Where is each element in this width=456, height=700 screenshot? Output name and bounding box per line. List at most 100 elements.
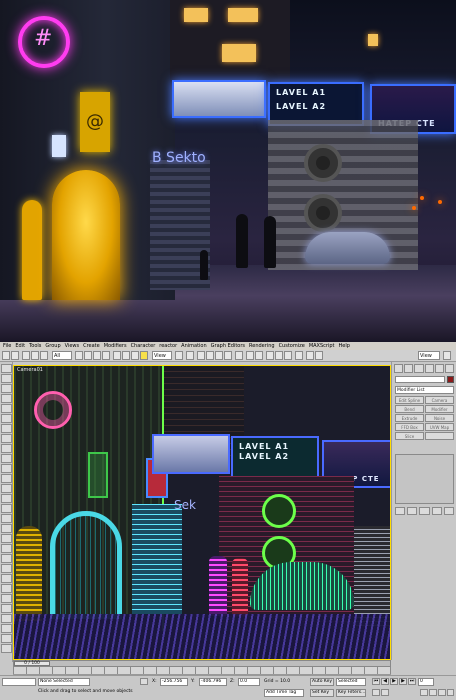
go-to-start-icon[interactable]: ⏮ bbox=[372, 678, 380, 685]
reference-coordinate-select[interactable]: View bbox=[152, 351, 172, 360]
pan-icon[interactable] bbox=[429, 689, 437, 696]
material-editor-icon[interactable] bbox=[295, 351, 303, 360]
tool-icon[interactable] bbox=[1, 444, 12, 453]
key-mode-toggle-icon[interactable] bbox=[372, 689, 380, 696]
tool-icon[interactable] bbox=[1, 544, 12, 553]
orbit-icon[interactable] bbox=[438, 689, 446, 696]
named-selection-select[interactable]: View bbox=[418, 351, 440, 360]
object-name-field[interactable] bbox=[395, 376, 445, 383]
create-tab-icon[interactable] bbox=[394, 364, 404, 373]
menu-character[interactable]: Character bbox=[131, 342, 156, 350]
modifier-button[interactable]: FFD Box bbox=[395, 423, 424, 431]
maximize-viewport-icon[interactable] bbox=[447, 689, 454, 696]
key-filters-button[interactable]: Key Filters... bbox=[336, 689, 366, 697]
unlink-icon[interactable] bbox=[31, 351, 39, 360]
bind-space-warp-icon[interactable] bbox=[40, 351, 48, 360]
tool-icon[interactable] bbox=[1, 564, 12, 573]
menu-create[interactable]: Create bbox=[83, 342, 100, 350]
modifier-button[interactable]: Noise bbox=[425, 414, 454, 422]
tool-icon[interactable] bbox=[1, 584, 12, 593]
modifier-stack[interactable] bbox=[395, 454, 454, 504]
rotate-icon[interactable] bbox=[122, 351, 130, 360]
pin-stack-icon[interactable] bbox=[395, 507, 406, 515]
menu-maxscript[interactable]: MAXScript bbox=[309, 342, 335, 350]
maxscript-listener[interactable] bbox=[2, 678, 36, 686]
menu-edit[interactable]: Edit bbox=[15, 342, 25, 350]
align-icon[interactable] bbox=[255, 351, 263, 360]
rectangle-selection-icon[interactable] bbox=[93, 351, 101, 360]
select-and-move-icon[interactable] bbox=[140, 351, 148, 360]
undo-icon[interactable] bbox=[2, 351, 10, 360]
menu-tools[interactable]: Tools bbox=[29, 342, 41, 350]
tool-icon[interactable] bbox=[1, 454, 12, 463]
configure-sets-icon[interactable] bbox=[443, 507, 455, 515]
zoom-icon[interactable] bbox=[420, 689, 428, 696]
menu-views[interactable]: Views bbox=[65, 342, 79, 350]
modifier-list-select[interactable]: Modifier List bbox=[395, 386, 454, 394]
display-tab-icon[interactable] bbox=[434, 364, 444, 373]
tool-icon[interactable] bbox=[1, 514, 12, 523]
make-unique-icon[interactable] bbox=[419, 507, 430, 515]
window-crossing-icon[interactable] bbox=[102, 351, 110, 360]
modifier-button[interactable]: Camera bbox=[425, 396, 454, 404]
mirror-icon[interactable] bbox=[246, 351, 254, 360]
link-icon[interactable] bbox=[22, 351, 30, 360]
scale-icon[interactable] bbox=[131, 351, 139, 360]
lock-selection-icon[interactable] bbox=[140, 678, 148, 685]
tool-icon[interactable] bbox=[1, 534, 12, 543]
menu-group[interactable]: Group bbox=[45, 342, 60, 350]
time-tag[interactable]: Add Time Tag bbox=[264, 689, 304, 697]
tool-icon[interactable] bbox=[1, 624, 12, 633]
tool-icon[interactable] bbox=[1, 464, 12, 473]
snap-toggle-icon[interactable] bbox=[197, 351, 205, 360]
set-key-button[interactable]: Set Key bbox=[310, 689, 334, 697]
quick-render-icon[interactable] bbox=[443, 351, 451, 360]
pivot-center-icon[interactable] bbox=[175, 351, 183, 360]
menu-modifiers[interactable]: Modifiers bbox=[104, 342, 127, 350]
modifier-button[interactable] bbox=[425, 432, 454, 440]
select-manipulate-icon[interactable] bbox=[186, 351, 194, 360]
spinner-snap-icon[interactable] bbox=[224, 351, 232, 360]
select-object-icon[interactable] bbox=[75, 351, 83, 360]
modifier-button[interactable]: Edit Spline bbox=[395, 396, 424, 404]
modifier-button[interactable]: UVW Map bbox=[425, 423, 454, 431]
tool-icon[interactable] bbox=[1, 474, 12, 483]
curve-editor-icon[interactable] bbox=[275, 351, 283, 360]
tool-icon[interactable] bbox=[1, 424, 12, 433]
next-frame-icon[interactable]: ▶ bbox=[399, 678, 407, 685]
tool-icon[interactable] bbox=[1, 384, 12, 393]
tool-icon[interactable] bbox=[1, 604, 12, 613]
tool-icon[interactable] bbox=[1, 644, 12, 653]
tool-icon[interactable] bbox=[1, 524, 12, 533]
tool-icon[interactable] bbox=[1, 594, 12, 603]
object-color-swatch[interactable] bbox=[447, 376, 454, 383]
schematic-view-icon[interactable] bbox=[284, 351, 292, 360]
menu-rendering[interactable]: Rendering bbox=[249, 342, 275, 350]
move-icon[interactable] bbox=[113, 351, 121, 360]
tool-icon[interactable] bbox=[1, 494, 12, 503]
y-coordinate[interactable]: -406.796 bbox=[199, 678, 227, 686]
tool-icon[interactable] bbox=[1, 394, 12, 403]
x-coordinate[interactable]: -256.756 bbox=[160, 678, 188, 686]
previous-frame-icon[interactable]: ◀ bbox=[381, 678, 389, 685]
modifier-button[interactable]: Slice bbox=[395, 432, 424, 440]
time-slider-thumb[interactable]: 0 / 100 bbox=[14, 661, 50, 666]
select-by-name-icon[interactable] bbox=[84, 351, 92, 360]
tool-icon[interactable] bbox=[1, 634, 12, 643]
go-to-end-icon[interactable]: ⏭ bbox=[408, 678, 416, 685]
modifier-button[interactable]: Extrude bbox=[395, 414, 424, 422]
menu-customize[interactable]: Customize bbox=[279, 342, 305, 350]
modify-tab-icon[interactable] bbox=[404, 364, 414, 373]
percent-snap-icon[interactable] bbox=[215, 351, 223, 360]
redo-icon[interactable] bbox=[11, 351, 19, 360]
tool-icon[interactable] bbox=[1, 374, 12, 383]
edit-named-selections-icon[interactable] bbox=[235, 351, 243, 360]
tool-icon[interactable] bbox=[1, 404, 12, 413]
render-frame-icon[interactable] bbox=[315, 351, 323, 360]
tool-icon[interactable] bbox=[1, 364, 12, 373]
menu-file[interactable]: File bbox=[3, 342, 11, 350]
modifier-button[interactable]: Bend bbox=[395, 405, 424, 413]
camera-viewport[interactable]: Camera01 LAVEL A1 LAVEL A2 HATEP CTE Sek bbox=[13, 365, 391, 660]
tool-icon[interactable] bbox=[1, 414, 12, 423]
tool-icon[interactable] bbox=[1, 434, 12, 443]
